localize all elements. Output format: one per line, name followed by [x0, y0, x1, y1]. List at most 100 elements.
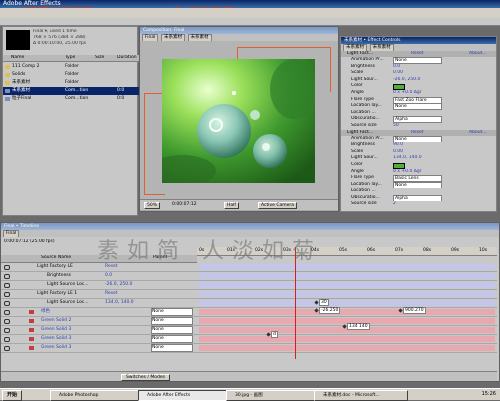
col-size[interactable]: Size: [95, 55, 104, 61]
tab-comp-2[interactable]: 未系素材: [160, 34, 185, 41]
property-dropdown[interactable]: None: [393, 135, 442, 143]
project-item[interactable]: 未系素材 Com...tion 0:0: [3, 87, 139, 95]
effects-tab-1[interactable]: 未系素材: [343, 44, 367, 51]
timeline-layer-row[interactable]: Green Solid 2 None: [1, 317, 497, 326]
effect-property[interactable]: Color: [341, 83, 496, 90]
effect-property[interactable]: Location ...: [341, 110, 496, 117]
effect-property[interactable]: Source size 2: [341, 201, 496, 208]
parent-dropdown[interactable]: None: [151, 326, 193, 334]
layer-duration-bar[interactable]: [199, 300, 495, 306]
taskbar-item[interactable]: 未系素材.doc - Microsoft...: [314, 390, 408, 401]
effect-property[interactable]: Location ...: [341, 188, 496, 195]
property-dropdown[interactable]: Basic Lens: [393, 175, 442, 182]
visibility-eye-icon[interactable]: [4, 274, 10, 279]
layer-value[interactable]: 0.0: [105, 272, 112, 280]
visibility-eye-icon[interactable]: [4, 301, 10, 306]
effect-property[interactable]: Color: [341, 162, 496, 169]
effect-property[interactable]: Angle 0 x +0.0 Δgr: [341, 90, 496, 97]
tab-final[interactable]: Final: [142, 34, 159, 41]
property-value[interactable]: 0.0: [393, 64, 400, 70]
col-type[interactable]: Type: [65, 55, 75, 61]
effect-property[interactable]: Flare Type Fast Zoo Flare: [341, 96, 496, 104]
view-select[interactable]: Active Camera: [258, 202, 298, 209]
effect-property[interactable]: Brightness 90.0: [341, 142, 496, 149]
timeline-layer-row[interactable]: Light Factory LE 1 Reset: [1, 290, 497, 299]
property-value[interactable]: 2: [393, 201, 396, 207]
layer-value[interactable]: 134.0, 140.0: [105, 299, 134, 307]
taskbar-item[interactable]: 30.jpg - 画图: [226, 390, 320, 401]
project-item[interactable]: Solids Folder: [3, 71, 139, 79]
timeline-tab-final[interactable]: Final: [3, 230, 20, 237]
property-value[interactable]: 50: [393, 123, 399, 129]
effect-property[interactable]: Flare Type Basic Lens: [341, 175, 496, 182]
timeline-layer-row[interactable]: Green Solid 3 None: [1, 344, 497, 353]
layer-value[interactable]: -26.0, 250.0: [105, 281, 132, 289]
timeline-layer-row[interactable]: Light Source Loc... -26.0, 250.0: [1, 281, 497, 290]
property-dropdown[interactable]: None: [393, 57, 442, 64]
property-value[interactable]: 0.00: [393, 149, 403, 155]
visibility-eye-icon[interactable]: [4, 310, 10, 315]
tab-comp-3[interactable]: 未系素材: [187, 34, 212, 41]
effect-property[interactable]: Animation Pr... None: [341, 57, 496, 64]
timeline-layer-row[interactable]: Brightness 0.0: [1, 272, 497, 281]
property-value[interactable]: -26.0, 250.0: [393, 77, 420, 83]
taskbar-item[interactable]: Adobe Photoshop: [50, 390, 144, 401]
taskbar-item[interactable]: Adobe After Effects: [138, 390, 232, 401]
parent-dropdown[interactable]: None: [151, 317, 193, 325]
effect-property[interactable]: Location lay... None: [341, 103, 496, 110]
property-dropdown[interactable]: Alpha: [393, 116, 442, 123]
layer-duration-bar[interactable]: [199, 291, 495, 297]
effect-property[interactable]: Location lay... None: [341, 181, 496, 189]
effect-property[interactable]: Animation Pr... None: [341, 135, 496, 143]
col-name[interactable]: Name: [11, 55, 24, 61]
layer-duration-bar[interactable]: [199, 345, 495, 351]
timeline-layer-row[interactable]: Green Solid 3 None: [1, 335, 497, 344]
visibility-eye-icon[interactable]: [4, 319, 10, 324]
layer-duration-bar[interactable]: [199, 309, 495, 315]
switches-modes-toggle[interactable]: Switches / Modes: [121, 374, 170, 381]
resolution-select[interactable]: Half: [224, 202, 239, 209]
visibility-eye-icon[interactable]: [4, 283, 10, 288]
layer-value[interactable]: Reset: [105, 290, 118, 298]
visibility-eye-icon[interactable]: [4, 292, 10, 297]
property-dropdown[interactable]: Fast Zoo Flare: [393, 96, 442, 104]
property-value[interactable]: 0 x +0.0 Δgr: [393, 90, 422, 96]
visibility-eye-icon[interactable]: [4, 328, 10, 333]
layer-duration-bar[interactable]: [199, 273, 495, 279]
property-dropdown[interactable]: None: [393, 103, 442, 110]
parent-dropdown[interactable]: None: [151, 344, 193, 352]
effect-property[interactable]: Brightness 0.0: [341, 64, 496, 71]
start-button[interactable]: 开始: [2, 390, 23, 401]
col-source-name[interactable]: Source Name: [41, 255, 71, 261]
comp-viewer[interactable]: [140, 41, 338, 199]
layer-duration-bar[interactable]: [199, 336, 495, 342]
visibility-eye-icon[interactable]: [4, 265, 10, 270]
project-item[interactable]: 未系素材 Folder: [3, 79, 139, 87]
zoom-select[interactable]: 50%: [144, 202, 161, 209]
property-value[interactable]: 134.0, 140.0: [393, 155, 422, 161]
effect-property[interactable]: Obscuratio... Alpha: [341, 116, 496, 123]
col-duration[interactable]: Duration: [117, 55, 137, 61]
timeline-timecode[interactable]: 0:00:07:12 (25.00 fps): [4, 239, 55, 245]
property-value[interactable]: 0.00: [393, 70, 403, 76]
effect-property[interactable]: Obscuratio... Alpha: [341, 194, 496, 202]
property-value[interactable]: 0 x +0.0 Δgr: [393, 169, 422, 175]
property-dropdown[interactable]: Alpha: [393, 194, 442, 202]
property-value[interactable]: 90.0: [393, 142, 403, 148]
property-dropdown[interactable]: None: [393, 181, 442, 189]
timeline-layer-row[interactable]: Green Solid 3 None: [1, 326, 497, 335]
parent-dropdown[interactable]: None: [151, 308, 193, 316]
visibility-eye-icon[interactable]: [4, 346, 10, 351]
effect-property[interactable]: Source size 50: [341, 123, 496, 130]
effects-tab-2[interactable]: 未系素材: [369, 44, 394, 51]
effect-property[interactable]: Scale 0.00: [341, 149, 496, 156]
comp-timecode[interactable]: 0:00:07:12: [172, 202, 197, 207]
project-item[interactable]: 111 Comp 2 Folder: [3, 63, 139, 71]
effect-property[interactable]: Light Sour... -26.0, 250.0: [341, 77, 496, 84]
layer-duration-bar[interactable]: [199, 282, 495, 288]
effect-property[interactable]: Light Sour... 134.0, 140.0: [341, 155, 496, 162]
parent-dropdown[interactable]: None: [151, 335, 193, 343]
effect-property[interactable]: Scale 0.00: [341, 70, 496, 77]
project-item[interactable]: 粒子Final Com...tion 0:0: [3, 95, 139, 103]
visibility-eye-icon[interactable]: [4, 337, 10, 342]
